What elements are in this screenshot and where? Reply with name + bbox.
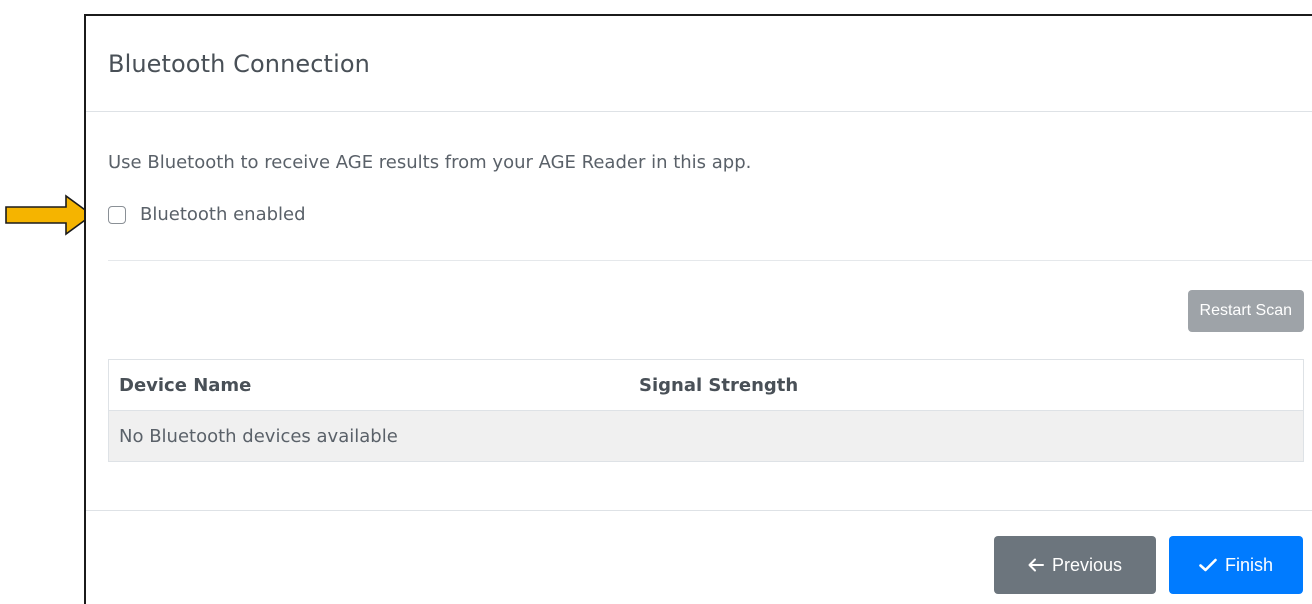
section-divider (108, 260, 1312, 261)
bluetooth-enabled-option[interactable]: Bluetooth enabled (108, 204, 306, 225)
intro-text: Use Bluetooth to receive AGE results fro… (108, 152, 752, 173)
finish-button[interactable]: Finish (1169, 536, 1303, 594)
annotation-arrow-icon (5, 194, 94, 236)
previous-button[interactable]: Previous (994, 536, 1156, 594)
footer-divider (86, 510, 1312, 511)
dialog-header: Bluetooth Connection (86, 16, 1312, 112)
bluetooth-enabled-checkbox[interactable] (108, 205, 126, 224)
previous-label: Previous (1051, 554, 1123, 575)
table-header: Device Name Signal Strength (109, 360, 1303, 411)
column-header-device-name: Device Name (119, 374, 252, 396)
devices-table: Device Name Signal Strength No Bluetooth… (108, 359, 1304, 462)
bluetooth-dialog: Bluetooth Connection Use Bluetooth to re… (84, 14, 1312, 604)
column-header-signal-strength: Signal Strength (639, 374, 799, 396)
finish-label: Finish (1224, 554, 1273, 575)
restart-scan-button[interactable]: Restart Scan (1187, 290, 1304, 332)
table-row-empty: No Bluetooth devices available (109, 411, 1303, 461)
screen: Bluetooth Connection Use Bluetooth to re… (0, 0, 1312, 604)
arrow-left-icon (1028, 558, 1044, 572)
dialog-title: Bluetooth Connection (108, 50, 370, 78)
bluetooth-enabled-label: Bluetooth enabled (140, 204, 306, 225)
check-icon (1199, 558, 1217, 572)
